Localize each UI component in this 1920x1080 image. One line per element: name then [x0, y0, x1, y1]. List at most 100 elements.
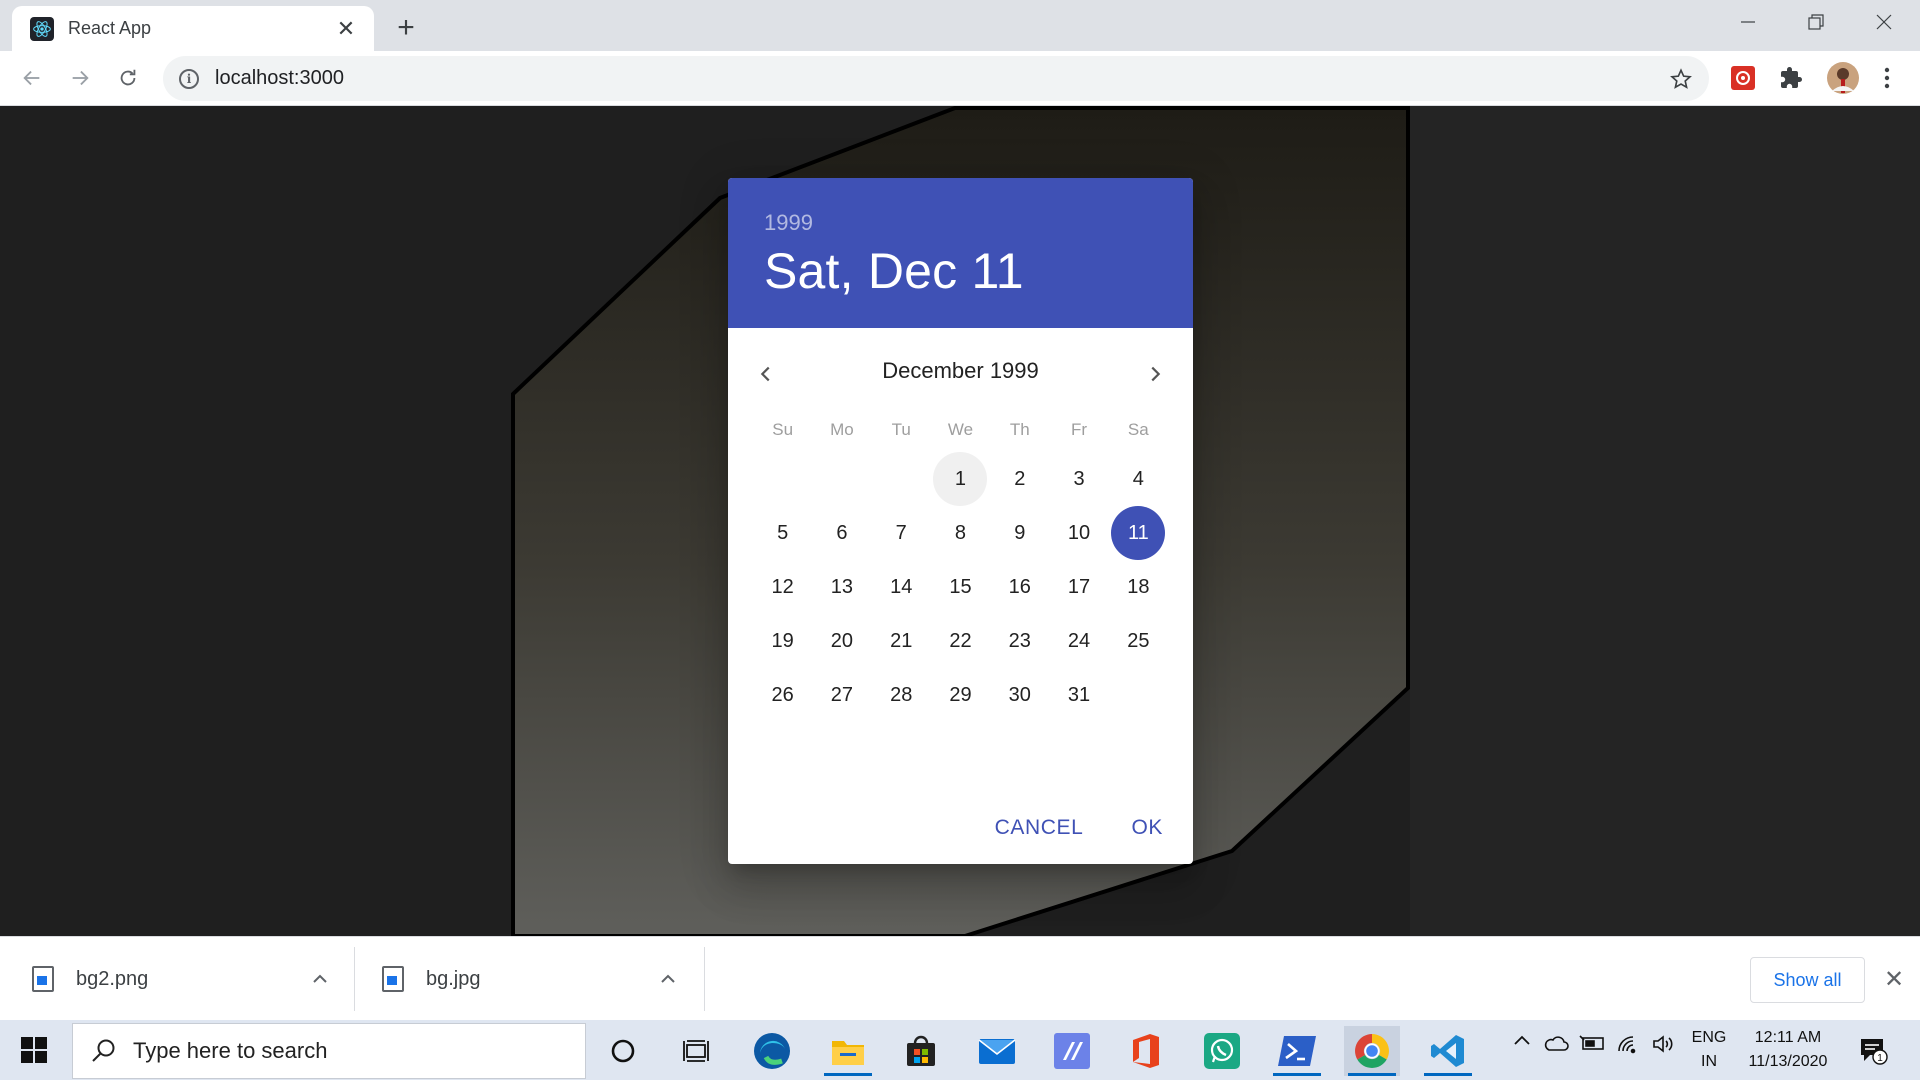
taskbar-search-box[interactable]: Type here to search [72, 1023, 586, 1079]
day-button[interactable]: 10 [1052, 506, 1106, 560]
show-hidden-icons-chevron-icon[interactable] [1508, 1034, 1536, 1046]
language-indicator[interactable]: ENG IN [1686, 1026, 1732, 1074]
day-button[interactable]: 14 [874, 560, 928, 614]
day-button[interactable]: 13 [815, 560, 869, 614]
back-button[interactable] [14, 60, 50, 96]
extension-red-icon[interactable] [1728, 63, 1758, 93]
day-button[interactable]: 3 [1052, 452, 1106, 506]
system-clock[interactable]: 12:11 AM 11/13/2020 [1738, 1026, 1838, 1074]
day-button[interactable]: 28 [874, 668, 928, 722]
calendar-grid: 1 2 3 4 5 6 7 8 9 10 11 12 13 14 15 16 17 18 19 20 21 22 23 24 2… [728, 446, 1193, 722]
day-button[interactable]: 26 [756, 668, 810, 722]
day-button[interactable]: 2 [993, 452, 1047, 506]
weekday-label: Tu [891, 420, 911, 439]
day-cell: 8 [931, 506, 990, 560]
day-button[interactable]: 22 [933, 614, 987, 668]
downloads-bar: bg2.png bg.jpg Show all ✕ [0, 936, 1920, 1020]
day-button[interactable]: 24 [1052, 614, 1106, 668]
header-year[interactable]: 1999 [764, 210, 1157, 236]
powershell-icon[interactable] [1269, 1026, 1325, 1076]
task-view-icon[interactable] [668, 1026, 724, 1076]
tab-close-button[interactable]: ✕ [332, 15, 360, 43]
chevron-up-icon[interactable] [304, 963, 336, 995]
day-button[interactable]: 18 [1111, 560, 1165, 614]
day-button[interactable]: 16 [993, 560, 1047, 614]
chrome-icon[interactable] [1344, 1026, 1400, 1076]
mail-icon[interactable] [969, 1026, 1025, 1076]
header-selected-date[interactable]: Sat, Dec 11 [764, 242, 1157, 300]
volume-icon[interactable] [1648, 1034, 1680, 1054]
close-downloads-button[interactable]: ✕ [1878, 963, 1910, 995]
day-button[interactable]: 7 [874, 506, 928, 560]
download-item[interactable]: bg2.png [32, 937, 148, 1021]
cancel-button[interactable]: CANCEL [979, 806, 1100, 850]
day-button[interactable]: 30 [993, 668, 1047, 722]
download-item[interactable]: bg.jpg [382, 937, 481, 1021]
day-cell: 19 [753, 614, 812, 668]
download-filename[interactable]: bg2.png [76, 968, 148, 991]
cortana-icon[interactable] [595, 1026, 651, 1076]
office-icon[interactable] [1118, 1026, 1174, 1076]
minimize-button[interactable] [1714, 0, 1782, 44]
day-button[interactable]: 8 [933, 506, 987, 560]
month-switcher: December 1999 [728, 328, 1193, 414]
vscode-icon[interactable] [1420, 1026, 1476, 1076]
wifi-icon[interactable] [1612, 1034, 1644, 1054]
day-cell: 24 [1049, 614, 1108, 668]
next-month-button[interactable] [1133, 352, 1177, 396]
window-close-button[interactable] [1850, 0, 1918, 44]
day-button[interactable]: 27 [815, 668, 869, 722]
day-button[interactable]: 6 [815, 506, 869, 560]
day-cell: 14 [872, 560, 931, 614]
day-cell [753, 452, 812, 506]
day-button[interactable]: 15 [933, 560, 987, 614]
day-cell: 11 [1109, 506, 1168, 560]
ok-button[interactable]: OK [1115, 806, 1179, 850]
day-button[interactable]: 5 [756, 506, 810, 560]
bookmark-star-icon[interactable] [1661, 59, 1701, 99]
whatsapp-icon[interactable] [1194, 1026, 1250, 1076]
day-button[interactable]: 23 [993, 614, 1047, 668]
day-button[interactable]: 1 [933, 452, 988, 506]
address-bar[interactable]: i localhost:3000 [163, 56, 1709, 101]
day-cell: 12 [753, 560, 812, 614]
day-cell: 23 [990, 614, 1049, 668]
download-filename[interactable]: bg.jpg [426, 968, 481, 991]
image-file-icon [382, 966, 404, 992]
day-button[interactable]: 12 [756, 560, 810, 614]
windows-start-icon[interactable] [14, 1032, 54, 1068]
vpn-app-icon[interactable] [1044, 1026, 1100, 1076]
edge-icon[interactable] [744, 1026, 800, 1076]
show-all-button[interactable]: Show all [1750, 957, 1865, 1003]
info-icon[interactable]: i [179, 68, 199, 89]
forward-button[interactable] [62, 60, 98, 96]
restore-button[interactable] [1782, 0, 1850, 44]
store-icon[interactable] [893, 1026, 949, 1076]
selected-day-button[interactable]: 11 [1111, 506, 1166, 560]
day-button[interactable]: 17 [1052, 560, 1106, 614]
battery-icon[interactable] [1576, 1034, 1608, 1052]
extensions-puzzle-icon[interactable] [1776, 63, 1806, 93]
day-button[interactable]: 20 [815, 614, 869, 668]
day-button[interactable]: 19 [756, 614, 810, 668]
day-button[interactable]: 9 [993, 506, 1047, 560]
profile-avatar[interactable] [1824, 59, 1862, 97]
previous-month-button[interactable] [744, 352, 788, 396]
onedrive-icon[interactable] [1540, 1034, 1572, 1052]
new-tab-button[interactable]: + [390, 12, 422, 44]
day-button[interactable]: 29 [933, 668, 987, 722]
day-button[interactable]: 25 [1111, 614, 1165, 668]
reload-button[interactable] [110, 60, 146, 96]
url-text[interactable]: localhost:3000 [215, 67, 1661, 90]
day-button[interactable]: 4 [1111, 452, 1165, 506]
file-explorer-icon[interactable] [820, 1026, 876, 1076]
active-indicator [1424, 1073, 1472, 1076]
chevron-up-icon[interactable] [652, 963, 684, 995]
browser-tab[interactable]: React App ✕ [12, 6, 374, 51]
weekday-label: Mo [830, 420, 854, 439]
day-button[interactable]: 21 [874, 614, 928, 668]
notification-center-icon[interactable]: 1 [1856, 1034, 1890, 1068]
day-cell: 28 [872, 668, 931, 722]
chrome-menu-icon[interactable] [1872, 63, 1902, 93]
day-button[interactable]: 31 [1052, 668, 1106, 722]
